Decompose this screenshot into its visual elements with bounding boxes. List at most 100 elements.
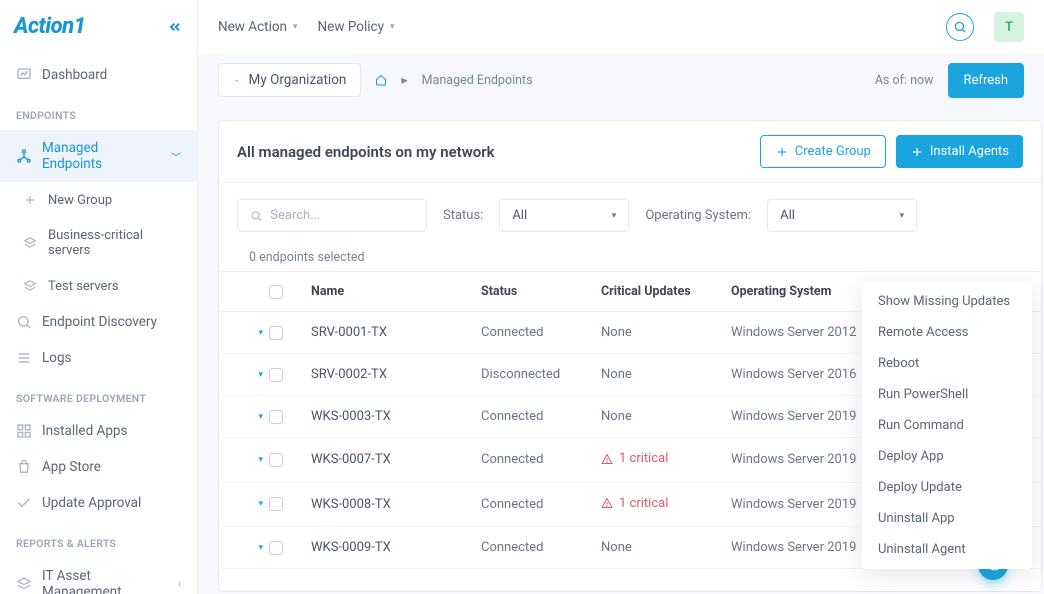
cell-status: Connected [481, 540, 601, 555]
context-menu-item[interactable]: Run Command [862, 410, 1032, 441]
network-icon [16, 148, 32, 164]
cell-name[interactable]: SRV-0002-TX [311, 367, 481, 382]
status-filter-label: Status: [443, 208, 483, 223]
chevron-down-icon: ⌄ [233, 75, 241, 85]
context-menu-item[interactable]: Deploy Update [862, 472, 1032, 503]
row-menu-toggle[interactable]: ▾ [219, 370, 269, 380]
nav-label: IT Asset Management [42, 568, 168, 594]
nav-label: Logs [42, 350, 72, 366]
col-status[interactable]: Status [481, 284, 601, 299]
os-filter-select[interactable]: All ▾ [767, 199, 917, 232]
nav-new-group[interactable]: New Group [0, 182, 197, 218]
button-label: Create Group [795, 144, 871, 159]
global-search-button[interactable] [946, 13, 974, 41]
row-checkbox[interactable] [269, 453, 283, 467]
cell-name[interactable]: WKS-0003-TX [311, 409, 481, 424]
nav-logs[interactable]: Logs [0, 340, 197, 376]
cell-critical: None [601, 325, 731, 340]
section-reports: REPORTS & ALERTS [0, 521, 197, 558]
cell-name[interactable]: SRV-0001-TX [311, 325, 481, 340]
row-menu-toggle[interactable]: ▾ [219, 543, 269, 553]
nav-it-asset[interactable]: IT Asset Management › [0, 558, 197, 594]
chevron-down-icon: ▾ [293, 22, 298, 32]
nav-update-approval[interactable]: Update Approval [0, 485, 197, 521]
row-checkbox[interactable] [269, 497, 283, 511]
col-name[interactable]: Name [311, 284, 481, 299]
refresh-button[interactable]: Refresh [948, 63, 1024, 98]
row-context-menu: Show Missing UpdatesRemote AccessRebootR… [862, 282, 1032, 569]
alert-icon [601, 497, 613, 509]
context-menu-item[interactable]: Run PowerShell [862, 379, 1032, 410]
nav-label: App Store [42, 459, 101, 475]
new-action-menu[interactable]: New Action ▾ [218, 19, 298, 35]
cell-critical: 1 critical [601, 451, 731, 469]
cell-name[interactable]: WKS-0009-TX [311, 540, 481, 555]
nav-label: Test servers [48, 279, 119, 294]
chevron-down-icon: ﹀ [171, 149, 181, 164]
layers-icon [16, 576, 32, 592]
nav-app-store[interactable]: App Store [0, 449, 197, 485]
row-checkbox[interactable] [269, 410, 283, 424]
row-menu-toggle[interactable]: ▾ [219, 412, 269, 422]
cell-status: Connected [481, 409, 601, 424]
context-menu-item[interactable]: Reboot [862, 348, 1032, 379]
cell-name[interactable]: WKS-0008-TX [311, 497, 481, 512]
collapse-sidebar-button[interactable] [167, 19, 183, 35]
row-menu-toggle[interactable]: ▾ [219, 455, 269, 465]
select-all-checkbox[interactable] [269, 285, 283, 299]
nav-label: Business-critical servers [48, 228, 181, 258]
new-policy-menu[interactable]: New Policy ▾ [318, 19, 395, 35]
cell-critical: None [601, 409, 731, 424]
layers-icon [22, 235, 38, 251]
context-menu-item[interactable]: Show Missing Updates [862, 286, 1032, 317]
check-icon [16, 495, 32, 511]
search-icon [16, 314, 32, 330]
nav-endpoint-discovery[interactable]: Endpoint Discovery [0, 304, 197, 340]
search-input[interactable] [270, 208, 414, 223]
context-menu-item[interactable]: Remote Access [862, 317, 1032, 348]
chevron-down-icon: ▾ [900, 211, 905, 221]
search-box[interactable] [237, 199, 427, 232]
cell-critical: None [601, 540, 731, 555]
bag-icon [16, 459, 32, 475]
status-filter-select[interactable]: All ▾ [499, 199, 629, 232]
nav-test-servers[interactable]: Test servers [0, 268, 197, 304]
breadcrumb-current: Managed Endpoints [422, 73, 533, 88]
row-menu-toggle[interactable]: ▾ [219, 499, 269, 509]
nav-managed-endpoints[interactable]: Managed Endpoints ﹀ [0, 130, 197, 182]
org-selector[interactable]: ⌄ My Organization [218, 63, 361, 97]
create-group-button[interactable]: Create Group [760, 135, 886, 168]
cell-status: Connected [481, 497, 601, 512]
alert-icon [601, 453, 613, 465]
breadcrumb-sep: ▸ [401, 72, 407, 88]
cell-name[interactable]: WKS-0007-TX [311, 452, 481, 467]
plus-icon [22, 192, 38, 208]
breadcrumb-home[interactable] [375, 74, 387, 86]
os-filter-label: Operating System: [645, 208, 751, 223]
context-menu-item[interactable]: Uninstall Agent [862, 534, 1032, 565]
row-checkbox[interactable] [269, 541, 283, 555]
install-agents-button[interactable]: Install Agents [896, 135, 1023, 168]
avatar-initial: T [1005, 20, 1013, 35]
cell-status: Connected [481, 452, 601, 467]
row-checkbox[interactable] [269, 368, 283, 382]
row-checkbox[interactable] [269, 326, 283, 340]
user-avatar[interactable]: T [994, 12, 1024, 42]
brand-logo: Action1 [14, 14, 85, 39]
chevron-right-icon: › [178, 579, 181, 590]
row-menu-toggle[interactable]: ▾ [219, 328, 269, 338]
col-critical[interactable]: Critical Updates [601, 284, 731, 299]
search-icon [250, 209, 262, 223]
nav-installed-apps[interactable]: Installed Apps [0, 413, 197, 449]
plus-icon [775, 145, 789, 159]
cell-status: Disconnected [481, 367, 601, 382]
nav-biz-servers[interactable]: Business-critical servers [0, 218, 197, 268]
plus-icon [910, 145, 924, 159]
nav-dashboard[interactable]: Dashboard [0, 57, 197, 93]
cell-status: Connected [481, 325, 601, 340]
context-menu-item[interactable]: Uninstall App [862, 503, 1032, 534]
card-title: All managed endpoints on my network [237, 143, 495, 161]
grid-icon [16, 423, 32, 439]
context-menu-item[interactable]: Deploy App [862, 441, 1032, 472]
nav-label: Installed Apps [42, 423, 127, 439]
